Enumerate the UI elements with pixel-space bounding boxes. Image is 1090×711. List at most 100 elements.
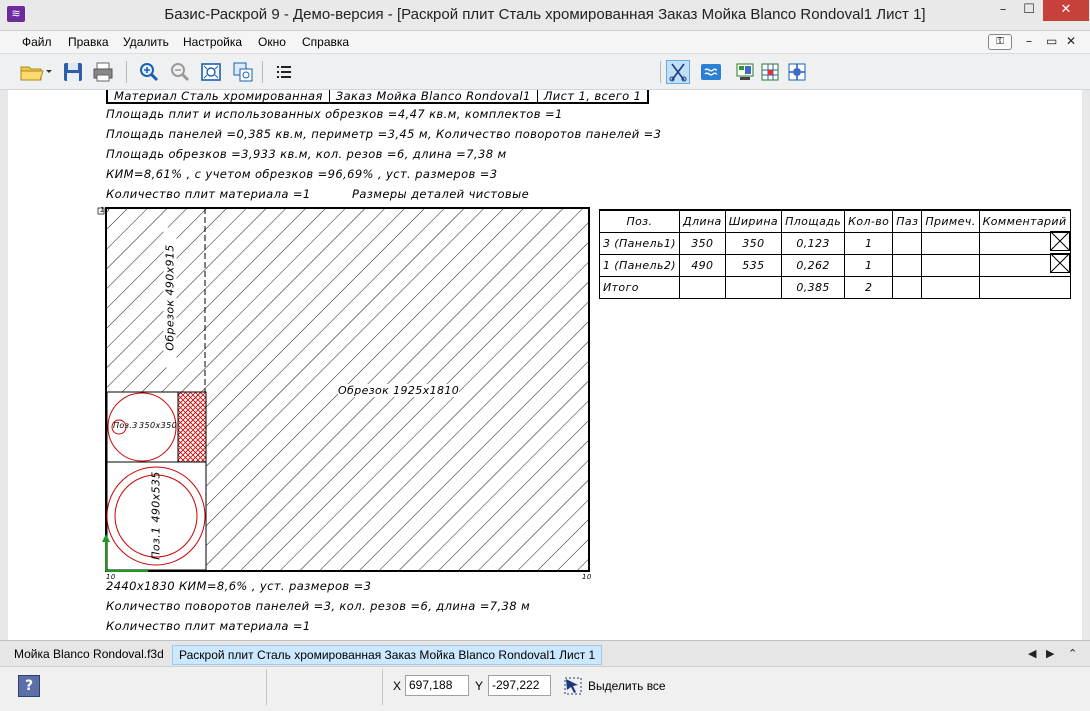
table-header-cell: Поз. bbox=[599, 209, 680, 233]
parts-table: Поз. Длина Ширина Площадь Кол-во Паз При… bbox=[599, 209, 1071, 299]
part-large-label: Поз.1 490х535 bbox=[149, 471, 163, 560]
table-cell: 1 (Панель2) bbox=[599, 253, 680, 277]
window-title: Базис-Раскрой 9 - Демо-версия - [Раскрой… bbox=[164, 6, 926, 23]
select-all-label: Выделить все bbox=[588, 679, 666, 693]
table-cell: 3 (Панель1) bbox=[599, 231, 680, 255]
table-header-cell: Площадь bbox=[781, 209, 846, 233]
tab-scroll-left-icon[interactable]: ◀ bbox=[1028, 647, 1036, 660]
settings-icon[interactable] bbox=[785, 60, 809, 84]
table-cell: 0,123 bbox=[781, 231, 846, 255]
table-header-cell: Примеч. bbox=[921, 209, 980, 233]
table-cell: Итого bbox=[599, 275, 680, 299]
table-cell bbox=[724, 275, 783, 299]
toolbar-separator bbox=[660, 61, 661, 83]
table-cell: 1 bbox=[844, 253, 894, 277]
row-delete-icon[interactable] bbox=[1050, 231, 1070, 251]
table-total-row: Итого 0,385 2 bbox=[599, 275, 1071, 299]
menu-bar: Файл Правка Удалить Настройка Окно Справ… bbox=[0, 31, 1090, 54]
grid-icon[interactable] bbox=[758, 60, 782, 84]
workspace-border-right bbox=[1082, 90, 1090, 640]
tab-cutting-sheet[interactable]: Раскрой плит Сталь хромированная Заказ М… bbox=[172, 645, 603, 665]
close-button[interactable]: ✕ bbox=[1043, 0, 1089, 21]
select-arrow-icon bbox=[564, 677, 582, 695]
table-cell bbox=[892, 231, 923, 255]
table-cell bbox=[921, 275, 980, 299]
menu-delete[interactable]: Удалить bbox=[123, 35, 169, 49]
table-header-cell: Длина bbox=[678, 209, 726, 233]
maximize-button[interactable]: ☐ bbox=[1016, 0, 1042, 21]
table-cell: 350 bbox=[724, 231, 783, 255]
mdi-restore-button[interactable]: ▭ bbox=[1046, 34, 1057, 48]
table-cell bbox=[921, 231, 980, 255]
table-row[interactable]: 3 (Панель1) 350 350 0,123 1 bbox=[599, 231, 1071, 255]
open-folder-icon[interactable] bbox=[18, 60, 54, 84]
license-key-icon[interactable]: ⚿ bbox=[988, 34, 1012, 50]
sheet-icon[interactable] bbox=[699, 60, 723, 84]
table-cell: 350 bbox=[678, 231, 726, 255]
help-button[interactable]: ? bbox=[18, 675, 40, 697]
y-coord-label: Y bbox=[475, 679, 484, 693]
menu-file[interactable]: Файл bbox=[22, 35, 52, 49]
menu-edit[interactable]: Правка bbox=[68, 35, 109, 49]
tab-project[interactable]: Мойка Blanco Rondoval.f3d bbox=[8, 645, 170, 665]
status-divider bbox=[266, 669, 267, 705]
part-small-waste bbox=[177, 391, 207, 463]
part-small-size-label: 350х350 bbox=[139, 421, 178, 430]
toolbar-separator bbox=[126, 61, 127, 83]
menu-help[interactable]: Справка bbox=[302, 35, 349, 49]
table-header-row: Поз. Длина Ширина Площадь Кол-во Паз При… bbox=[599, 209, 1071, 233]
toolbar bbox=[0, 55, 1090, 90]
footer-line: Количество поворотов панелей =3, кол. ре… bbox=[106, 599, 531, 613]
table-cell: 535 bbox=[724, 253, 783, 277]
table-cell bbox=[892, 253, 923, 277]
offcut-top-label: Обрезок 490х915 bbox=[163, 227, 177, 368]
x-coord-field[interactable]: 697,188 bbox=[405, 675, 469, 696]
list-icon[interactable] bbox=[272, 60, 296, 84]
table-cell: 1 bbox=[844, 231, 894, 255]
toolbar-separator bbox=[262, 61, 263, 83]
layout-icon[interactable] bbox=[733, 60, 757, 84]
cut-tool-icon[interactable] bbox=[666, 60, 690, 84]
mdi-minimize-button[interactable]: – bbox=[1026, 34, 1032, 48]
table-cell bbox=[978, 275, 1071, 299]
minimize-button[interactable]: – bbox=[990, 0, 1016, 21]
table-cell: 0,385 bbox=[781, 275, 846, 299]
title-bar: ≋ Базис-Раскрой 9 - Демо-версия - [Раскр… bbox=[0, 0, 1090, 31]
footer-line: 2440х1830 КИМ=8,6% , уст. размеров =3 bbox=[106, 579, 372, 593]
x-coord-label: X bbox=[393, 679, 402, 693]
document-tabs: Мойка Blanco Rondoval.f3d Раскрой плит С… bbox=[0, 640, 1090, 666]
part-small-pos-label: Поз.3 bbox=[113, 421, 138, 430]
table-header-cell: Паз bbox=[892, 209, 923, 233]
status-bar: ? X 697,188 Y -297,222 Выделить все bbox=[0, 666, 1090, 711]
table-header-cell: Комментарий bbox=[978, 209, 1071, 233]
table-cell bbox=[678, 275, 726, 299]
footer-line: Количество плит материала =1 bbox=[106, 619, 311, 633]
row-delete-icon[interactable] bbox=[1050, 253, 1070, 273]
menu-settings[interactable]: Настройка bbox=[183, 35, 242, 49]
table-cell: 0,262 bbox=[781, 253, 846, 277]
save-icon[interactable] bbox=[61, 60, 85, 84]
offcut-big-label: Обрезок 1925х1810 bbox=[338, 384, 460, 397]
menu-window[interactable]: Окно bbox=[258, 35, 286, 49]
zoom-fit-icon[interactable] bbox=[199, 60, 223, 84]
select-all-button[interactable]: Выделить все bbox=[564, 677, 666, 695]
y-coord-field[interactable]: -297,222 bbox=[488, 675, 551, 696]
tab-scroll-right-icon[interactable]: ▶ bbox=[1046, 647, 1054, 660]
corner-label-br: 10 bbox=[582, 573, 592, 581]
table-cell: 2 bbox=[844, 275, 894, 299]
table-cell bbox=[921, 253, 980, 277]
table-row[interactable]: 1 (Панель2) 490 535 0,262 1 bbox=[599, 253, 1071, 277]
zoom-window-icon[interactable] bbox=[231, 60, 255, 84]
tab-collapse-icon[interactable]: ⌃ bbox=[1068, 647, 1077, 660]
corner-label-tl: 10 bbox=[100, 206, 110, 214]
status-divider bbox=[382, 669, 383, 705]
mdi-close-button[interactable]: ✕ bbox=[1066, 34, 1076, 48]
table-cell bbox=[892, 275, 923, 299]
cutting-sheet-document[interactable]: Материал Сталь хромированная Заказ Мойка… bbox=[8, 90, 1082, 640]
workspace-border-left bbox=[0, 90, 8, 640]
print-icon[interactable] bbox=[91, 60, 115, 84]
table-header-cell: Кол-во bbox=[844, 209, 894, 233]
table-cell: 490 bbox=[678, 253, 726, 277]
zoom-out-icon[interactable] bbox=[168, 60, 192, 84]
zoom-in-icon[interactable] bbox=[137, 60, 161, 84]
